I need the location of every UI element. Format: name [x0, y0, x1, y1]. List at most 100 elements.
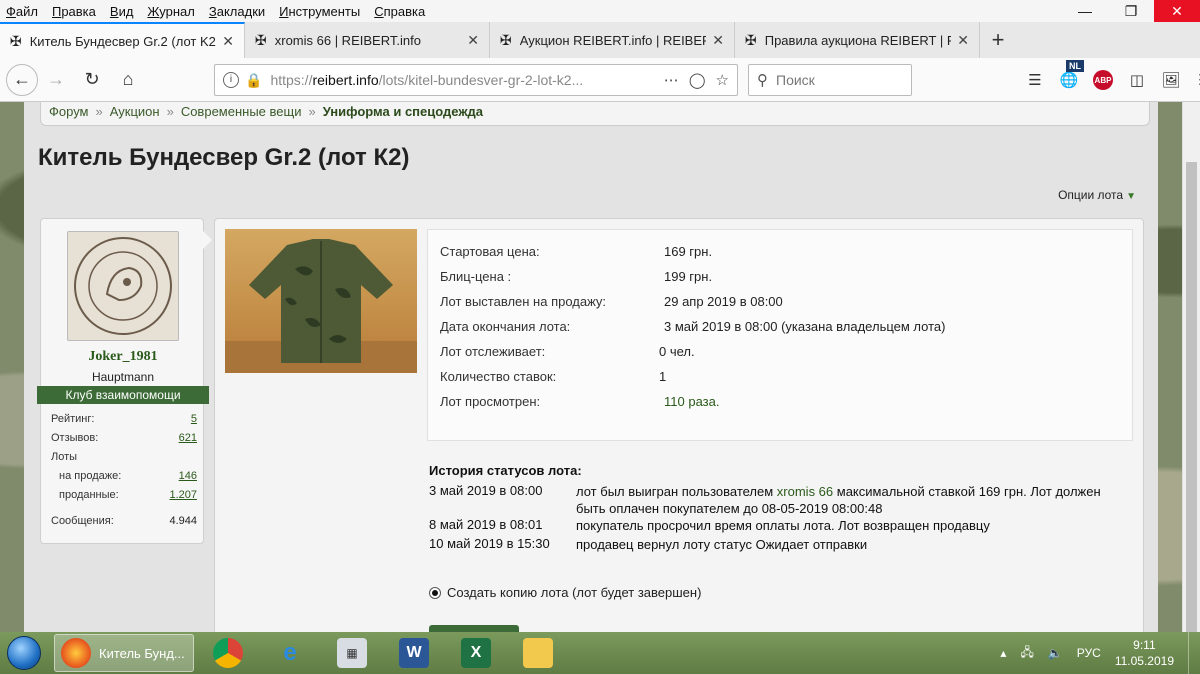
content-area: Форум » Аукцион » Современные вещи » Уни…	[24, 102, 1158, 632]
rating-row: Рейтинг: 5	[51, 413, 197, 425]
lot-panel: Стартовая цена: 169 грн. Блиц-цена :199 г…	[214, 218, 1144, 632]
folder-icon	[523, 638, 553, 668]
screenshot-icon[interactable]: 🖼	[1154, 66, 1188, 94]
vpn-globe-icon[interactable]: 🌐 NL	[1052, 60, 1086, 94]
tab-title: Китель Бундесвер Gr.2 (лот K2)	[29, 33, 217, 49]
taskbar: Китель Бунд... e ▦ W X ▴ 🖧 🔈 РУС 9:11 11…	[0, 632, 1200, 674]
close-tab-icon[interactable]: ✕	[467, 32, 479, 49]
library-icon[interactable]: ☰	[1018, 66, 1052, 94]
messages-row: Сообщения: 4.944	[51, 515, 197, 527]
lots-row: Лоты	[51, 451, 78, 463]
tab-lot[interactable]: ✠ Китель Бундесвер Gr.2 (лот K2) ✕	[0, 22, 245, 58]
pocket-icon[interactable]: ◯	[689, 71, 706, 89]
menu-view[interactable]: Вид	[110, 4, 134, 19]
taskbar-excel[interactable]: X	[448, 634, 504, 672]
excel-icon: X	[461, 638, 491, 668]
tab-user[interactable]: ✠ xromis 66 | REIBERT.info ✕	[245, 22, 490, 58]
close-tab-icon[interactable]: ✕	[712, 32, 724, 49]
taskbar-chrome[interactable]	[200, 634, 256, 672]
taskbar-firefox-window[interactable]: Китель Бунд...	[54, 634, 194, 672]
page-scrollbar[interactable]	[1182, 102, 1200, 632]
tab-auction[interactable]: ✠ Аукцион REIBERT.info | REIBERT ✕	[490, 22, 735, 58]
breadcrumb: Форум » Аукцион » Современные вещи » Уни…	[40, 102, 1150, 126]
iron-cross-icon: ✠	[255, 31, 267, 48]
show-desktop-button[interactable]	[1188, 632, 1200, 674]
nav-bar: ← → ↻ ⌂ i 🔒 https://reibert.info/lots/ki…	[0, 58, 1200, 102]
avatar[interactable]	[67, 231, 179, 341]
window-controls: — ❐ ✕	[1062, 0, 1200, 22]
seller-rank: Hauptmann	[91, 370, 155, 384]
close-tab-icon[interactable]: ✕	[957, 32, 969, 49]
tab-bar: ✠ Китель Бундесвер Gr.2 (лот K2) ✕ ✠ xro…	[0, 22, 1200, 58]
close-tab-icon[interactable]: ✕	[222, 33, 234, 50]
search-input[interactable]: ⚲ Поиск	[748, 64, 912, 96]
rating-link[interactable]: 5	[191, 413, 197, 425]
copy-lot-option[interactable]: Создать копию лота (лот будет завершен)	[429, 585, 701, 600]
network-icon[interactable]: 🖧	[1020, 643, 1033, 664]
lot-options-dropdown[interactable]: Опции лота ▼	[1058, 188, 1136, 202]
history-title: История статусов лота:	[429, 463, 582, 478]
menu-bookmarks[interactable]: Закладки	[209, 4, 265, 19]
language-indicator[interactable]: РУС	[1077, 646, 1101, 660]
breadcrumb-auction[interactable]: Аукцион	[110, 104, 160, 119]
taskbar-ie[interactable]: e	[262, 634, 318, 672]
chevron-down-icon: ▼	[1126, 191, 1136, 202]
tab-title: Правила аукциона REIBERT | R	[764, 32, 952, 48]
adblock-icon[interactable]: ABP	[1086, 66, 1120, 94]
page-actions-icon[interactable]: ⋯	[664, 71, 679, 89]
nl-badge: NL	[1066, 60, 1084, 72]
close-window-button[interactable]: ✕	[1154, 0, 1200, 22]
tab-title: Аукцион REIBERT.info | REIBERT	[519, 32, 707, 48]
reviews-link[interactable]: 621	[179, 432, 197, 444]
submit-button[interactable]	[429, 625, 519, 632]
hamburger-menu-icon[interactable]: ☰	[1188, 66, 1200, 94]
new-tab-button[interactable]: +	[980, 22, 1016, 58]
on-sale-link[interactable]: 146	[179, 470, 197, 482]
breadcrumb-current[interactable]: Униформа и спецодежда	[323, 104, 483, 119]
lot-photo[interactable]	[225, 229, 417, 373]
iron-cross-icon: ✠	[10, 32, 22, 49]
start-button[interactable]	[0, 632, 48, 674]
minimize-button[interactable]: —	[1062, 0, 1108, 22]
url-bar[interactable]: i 🔒 https://reibert.info/lots/kitel-bund…	[214, 64, 738, 96]
back-button[interactable]: ←	[6, 63, 38, 96]
info-icon[interactable]: i	[223, 72, 239, 88]
clock[interactable]: 9:11 11.05.2019	[1115, 637, 1174, 669]
sold-link[interactable]: 1.207	[169, 489, 197, 501]
breadcrumb-modern[interactable]: Современные вещи	[181, 104, 302, 119]
menu-tools[interactable]: Инструменты	[279, 4, 360, 19]
bookmark-star-icon[interactable]: ☆	[716, 71, 729, 89]
tray-expand-icon[interactable]: ▴	[1000, 646, 1006, 660]
reload-button[interactable]: ↻	[74, 62, 110, 98]
seller-card: Joker_1981 Hauptmann Клуб взаимопомощи Р…	[37, 218, 212, 544]
seller-username[interactable]: Joker_1981	[41, 349, 205, 365]
breadcrumb-forum[interactable]: Форум	[49, 104, 89, 119]
menu-bar: Файл Правка Вид Журнал Закладки Инструме…	[0, 0, 1200, 22]
volume-icon[interactable]: 🔈	[1048, 646, 1063, 660]
menu-file[interactable]: Файл	[6, 4, 38, 19]
search-icon: ⚲	[757, 72, 768, 89]
page-title: Китель Бундесвер Gr.2 (лот К2)	[38, 144, 410, 171]
taskbar-word[interactable]: W	[386, 634, 442, 672]
taskbar-calculator[interactable]: ▦	[324, 634, 380, 672]
toolbar-icons: ☰ 🌐NL ABP ◫ 🖼 ☰	[1018, 60, 1200, 94]
lot-info-box: Стартовая цена: 169 грн. Блиц-цена :199 г…	[427, 229, 1133, 441]
club-banner: Клуб взаимопомощи	[37, 386, 209, 404]
url-text[interactable]: https://reibert.info/lots/kitel-bundesve…	[270, 72, 653, 88]
menu-history[interactable]: Журнал	[147, 4, 194, 19]
menu-edit[interactable]: Правка	[52, 4, 96, 19]
winner-link[interactable]: xromis 66	[777, 484, 833, 499]
word-icon: W	[399, 638, 429, 668]
tab-title: xromis 66 | REIBERT.info	[274, 32, 421, 48]
chrome-icon	[213, 638, 243, 668]
lock-icon[interactable]: 🔒	[245, 72, 262, 89]
tab-rules[interactable]: ✠ Правила аукциона REIBERT | R ✕	[735, 22, 980, 58]
internet-explorer-icon: e	[283, 639, 297, 666]
forward-button[interactable]: →	[38, 62, 74, 98]
menu-help[interactable]: Справка	[374, 4, 425, 19]
copy-lot-radio[interactable]	[429, 586, 441, 599]
sidebar-icon[interactable]: ◫	[1120, 66, 1154, 94]
home-button[interactable]: ⌂	[110, 62, 146, 98]
maximize-button[interactable]: ❐	[1108, 0, 1154, 22]
taskbar-explorer[interactable]	[510, 634, 566, 672]
